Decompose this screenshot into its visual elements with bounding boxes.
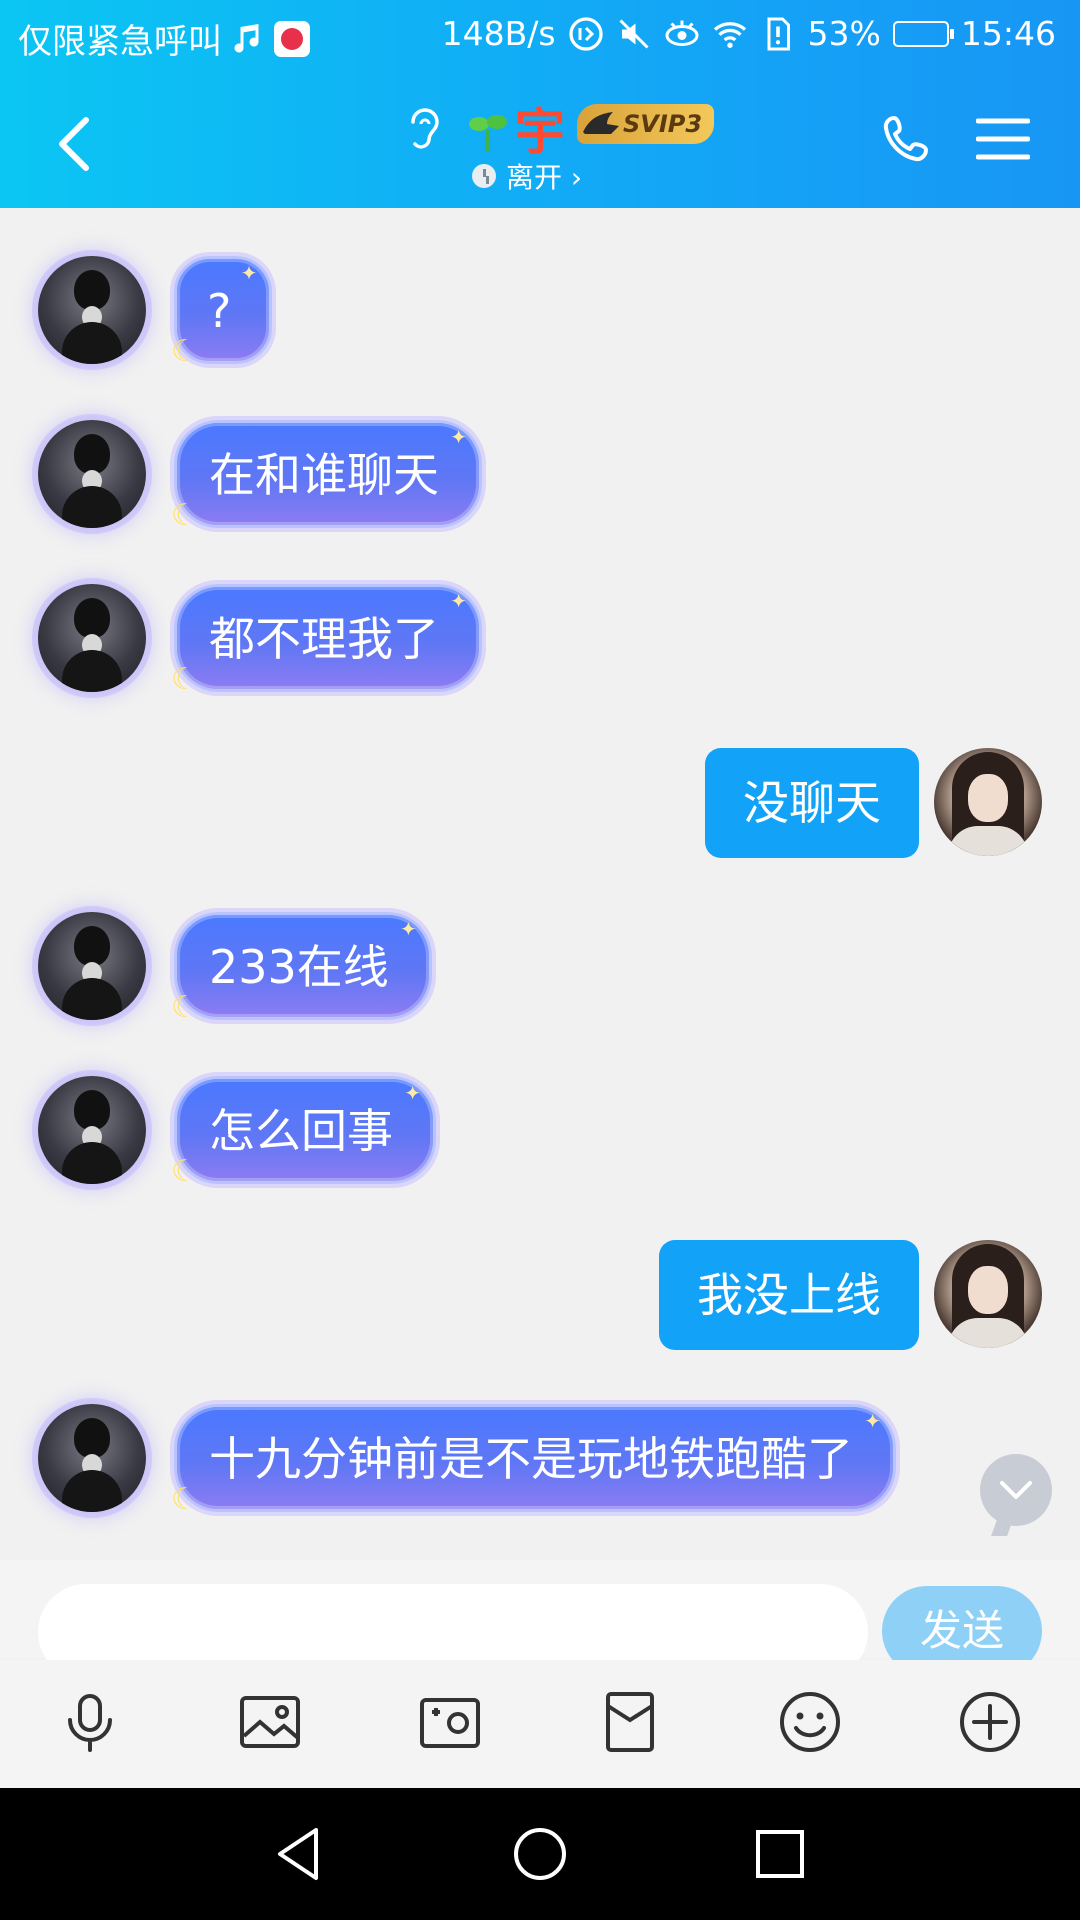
incoming-bubble[interactable]: 十九分钟前是不是玩地铁跑酷了 ☾ ✦ bbox=[171, 1404, 896, 1517]
clock-text: 15:46 bbox=[960, 14, 1056, 53]
eye-comfort-icon bbox=[665, 20, 699, 46]
message-text: 十九分钟前是不是玩地铁跑酷了 bbox=[209, 1432, 853, 1486]
music-note-icon bbox=[234, 23, 259, 53]
phone-call-button[interactable] bbox=[880, 112, 936, 168]
contact-avatar[interactable] bbox=[38, 1404, 146, 1512]
menu-button[interactable] bbox=[976, 116, 1030, 162]
status-text: 离开 › bbox=[506, 161, 583, 194]
microphone-icon[interactable] bbox=[58, 1690, 122, 1754]
title-bar: 宇 SVIP3 离开 › bbox=[0, 74, 1080, 208]
moon-decoration-icon: ☾ bbox=[171, 1482, 198, 1517]
incoming-bubble[interactable]: ? ☾ ✦ bbox=[171, 256, 273, 369]
sprout-icon bbox=[469, 115, 507, 152]
video-app-icon bbox=[274, 20, 310, 57]
carrier-text: 仅限紧急呼叫 bbox=[18, 22, 222, 62]
nav-home-button[interactable] bbox=[510, 1824, 570, 1884]
nav-recents-button[interactable] bbox=[750, 1824, 810, 1884]
message-text: ? bbox=[207, 284, 232, 338]
message-text: 233在线 bbox=[209, 940, 389, 994]
message-text: 我没上线 bbox=[697, 1268, 881, 1322]
message-text: 怎么回事 bbox=[209, 1104, 393, 1158]
contact-avatar[interactable] bbox=[38, 1076, 146, 1184]
nav-back-button[interactable] bbox=[270, 1824, 330, 1884]
back-button[interactable] bbox=[50, 114, 100, 174]
message-text: 都不理我了 bbox=[209, 612, 439, 666]
camera-icon[interactable] bbox=[418, 1690, 482, 1754]
battery-percent: 53% bbox=[807, 14, 881, 53]
system-navigation-bar bbox=[0, 1788, 1080, 1920]
incoming-bubble[interactable]: 在和谁聊天 ☾ ✦ bbox=[171, 420, 482, 533]
net-speed-text: 148B/s bbox=[441, 14, 556, 53]
incoming-bubble[interactable]: 233在线 ☾ ✦ bbox=[171, 912, 432, 1025]
contact-name[interactable]: 宇 bbox=[515, 92, 565, 164]
outgoing-bubble[interactable]: 我没上线 bbox=[659, 1240, 919, 1350]
svip-label: SVIP3 bbox=[623, 110, 703, 138]
svip-badge[interactable]: SVIP3 bbox=[577, 104, 715, 144]
star-decoration-icon: ✦ bbox=[864, 1409, 881, 1433]
contact-avatar[interactable] bbox=[38, 584, 146, 692]
battery-icon bbox=[892, 20, 954, 47]
moon-decoration-icon: ☾ bbox=[171, 990, 198, 1025]
incoming-bubble[interactable]: 怎么回事 ☾ ✦ bbox=[171, 1076, 436, 1189]
contact-avatar[interactable] bbox=[38, 420, 146, 528]
ear-icon bbox=[411, 108, 439, 149]
moon-decoration-icon: ☾ bbox=[171, 662, 198, 697]
wifi-icon bbox=[713, 21, 746, 48]
image-icon[interactable] bbox=[238, 1690, 302, 1754]
status-left: 仅限紧急呼叫 bbox=[18, 14, 310, 63]
header: 仅限紧急呼叫 148B/s 53% 15:46 宇 SVIP3 离开 › bbox=[0, 0, 1080, 208]
plus-icon[interactable] bbox=[958, 1690, 1022, 1754]
user-avatar[interactable] bbox=[934, 1240, 1042, 1348]
sim-alert-icon bbox=[767, 17, 790, 50]
composer-toolbar bbox=[0, 1660, 1080, 1788]
chevron-down-icon bbox=[1000, 1481, 1032, 1499]
contact-status[interactable]: 离开 › bbox=[472, 156, 582, 196]
contact-avatar[interactable] bbox=[38, 912, 146, 1020]
moon-decoration-icon: ☾ bbox=[171, 498, 198, 533]
contact-avatar[interactable] bbox=[38, 256, 146, 364]
user-avatar[interactable] bbox=[934, 748, 1042, 856]
scroll-to-bottom-button[interactable] bbox=[980, 1454, 1052, 1526]
chat-list[interactable]: ? ☾ ✦ 在和谁聊天 ☾ ✦ 都不理我了 ☾ ✦ 没聊天 233在线 ☾ ✦ bbox=[0, 208, 1080, 1560]
svip-crown-icon bbox=[583, 112, 619, 134]
star-decoration-icon: ✦ bbox=[450, 589, 467, 613]
star-decoration-icon: ✦ bbox=[450, 425, 467, 449]
moon-decoration-icon: ☾ bbox=[171, 1154, 198, 1189]
moon-decoration-icon: ☾ bbox=[171, 334, 198, 369]
message-text: 在和谁聊天 bbox=[209, 448, 439, 502]
composer: 发送 bbox=[0, 1560, 1080, 1680]
red-packet-icon[interactable] bbox=[598, 1690, 662, 1754]
star-decoration-icon: ✦ bbox=[400, 917, 417, 941]
incoming-bubble[interactable]: 都不理我了 ☾ ✦ bbox=[171, 584, 482, 697]
star-decoration-icon: ✦ bbox=[240, 261, 258, 285]
outgoing-bubble[interactable]: 没聊天 bbox=[705, 748, 919, 858]
away-clock-icon bbox=[472, 164, 496, 188]
message-text: 没聊天 bbox=[743, 776, 881, 830]
mute-icon bbox=[618, 18, 649, 49]
emoji-icon[interactable] bbox=[778, 1690, 842, 1754]
status-bar: 仅限紧急呼叫 148B/s 53% 15:46 bbox=[0, 0, 1080, 74]
star-decoration-icon: ✦ bbox=[404, 1081, 421, 1105]
data-saver-icon bbox=[568, 16, 603, 51]
status-right: 148B/s 53% 15:46 bbox=[442, 14, 1056, 53]
